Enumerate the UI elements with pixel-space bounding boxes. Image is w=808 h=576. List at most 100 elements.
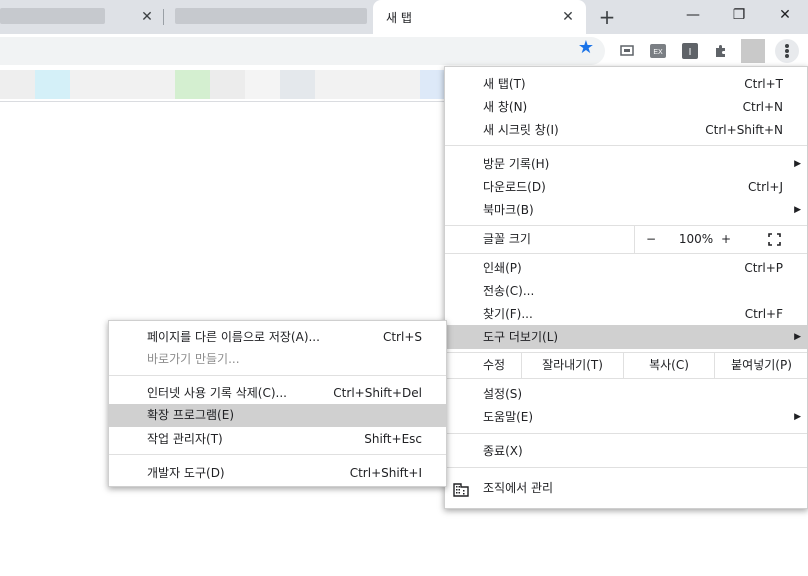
bookmark-item[interactable]	[175, 70, 210, 99]
menu-item-label: 종료(X)	[483, 444, 523, 458]
bookmark-star-icon[interactable]: ★	[576, 37, 596, 59]
menu-item-label: 다운로드(D)	[483, 180, 546, 194]
menu-item-label: 개발자 도구(D)	[147, 466, 225, 480]
tab-separator	[163, 9, 164, 25]
menu-item-label: 도움말(E)	[483, 410, 534, 424]
menu-item-label: 북마크(B)	[483, 203, 534, 217]
menu-separator	[109, 454, 446, 455]
bookmark-item[interactable]	[35, 70, 70, 99]
bookmark-item[interactable]	[210, 70, 245, 99]
menu-item-shortcut: Ctrl+P	[744, 261, 783, 275]
menu-item-shortcut: Ctrl+J	[748, 180, 783, 194]
bookmark-item[interactable]	[420, 70, 445, 99]
menu-item-label: 조직에서 관리	[483, 481, 554, 495]
menu-item-shortcut: Shift+Esc	[364, 432, 422, 446]
submenu-item-developer-tools[interactable]: 개발자 도구(D) Ctrl+Shift+I	[109, 462, 446, 485]
menu-item-label: 새 탭(T)	[483, 77, 526, 91]
menu-separator	[445, 253, 807, 254]
bookmark-item[interactable]	[315, 70, 420, 99]
ext-screen-icon[interactable]	[619, 43, 635, 59]
zoom-out-button[interactable]: −	[640, 226, 662, 253]
menu-separator	[445, 145, 807, 146]
tab-active-close-icon[interactable]: ✕	[559, 8, 577, 26]
tab-1-close-icon[interactable]: ✕	[138, 8, 156, 26]
menu-item-label: 도구 더보기(L)	[483, 330, 559, 344]
menu-item-exit[interactable]: 종료(X)	[445, 440, 807, 463]
submenu-arrow-icon: ▶	[794, 412, 801, 422]
menu-item-find[interactable]: 찾기(F)... Ctrl+F	[445, 303, 807, 326]
submenu-arrow-icon: ▶	[794, 332, 801, 342]
menu-item-label: 인쇄(P)	[483, 261, 522, 275]
edit-label: 수정	[483, 358, 506, 372]
menu-separator	[445, 433, 807, 434]
ext-ex-icon[interactable]: EX	[650, 43, 666, 59]
chrome-main-menu: 새 탭(T) Ctrl+T 새 창(N) Ctrl+N 새 시크릿 창(I) C…	[444, 66, 808, 509]
tab-2-title-blurred	[175, 8, 367, 24]
menu-edit-row: 수정 잘라내기(T) 복사(C) 붙여넣기(P)	[445, 353, 807, 378]
tab-2[interactable]	[167, 0, 372, 34]
menu-item-shortcut: Ctrl+S	[382, 330, 422, 344]
chrome-menu-button[interactable]	[775, 39, 799, 63]
submenu-item-save-page[interactable]: 페이지를 다른 이름으로 저장(A)... Ctrl+S	[109, 326, 446, 349]
restore-button[interactable]: ❐	[716, 0, 762, 30]
menu-item-label: 인터넷 사용 기록 삭제(C)...	[147, 386, 287, 400]
tab-strip: ✕ 새 탭 ✕ + — ❐ ✕	[0, 0, 808, 34]
zoom-in-button[interactable]: +	[715, 226, 737, 253]
menu-item-help[interactable]: 도움말(E) ▶	[445, 406, 807, 429]
menu-item-label: 방문 기록(H)	[483, 157, 550, 171]
profile-avatar[interactable]	[741, 39, 765, 63]
submenu-item-task-manager[interactable]: 작업 관리자(T) Shift+Esc	[109, 428, 446, 451]
paste-button[interactable]: 붙여넣기(P)	[714, 353, 808, 378]
menu-item-label: 바로가기 만들기...	[147, 352, 240, 366]
tab-active[interactable]: 새 탭 ✕	[373, 0, 586, 34]
menu-item-downloads[interactable]: 다운로드(D) Ctrl+J	[445, 176, 807, 199]
cut-button[interactable]: 잘라내기(T)	[521, 353, 623, 378]
bookmark-item[interactable]	[245, 70, 280, 99]
menu-item-new-window[interactable]: 새 창(N) Ctrl+N	[445, 96, 807, 119]
submenu-item-clear-history[interactable]: 인터넷 사용 기록 삭제(C)... Ctrl+Shift+Del	[109, 382, 446, 405]
menu-separator	[109, 375, 446, 376]
zoom-label: 글꼴 크기	[483, 232, 531, 246]
menu-item-print[interactable]: 인쇄(P) Ctrl+P	[445, 257, 807, 280]
close-window-button[interactable]: ✕	[762, 0, 808, 30]
menu-item-label: 새 창(N)	[483, 100, 528, 114]
menu-item-settings[interactable]: 설정(S)	[445, 383, 807, 406]
bookmark-item[interactable]	[0, 70, 35, 99]
address-bar[interactable]	[0, 37, 605, 65]
menu-item-shortcut: Ctrl+Shift+Del	[333, 386, 422, 400]
bookmark-item[interactable]	[70, 70, 175, 99]
submenu-item-create-shortcut[interactable]: 바로가기 만들기...	[109, 348, 446, 371]
menu-item-managed-by-org[interactable]: 조직에서 관리	[445, 477, 807, 500]
new-tab-button[interactable]: +	[596, 6, 618, 28]
menu-item-shortcut: Ctrl+N	[742, 100, 783, 114]
menu-item-shortcut: Ctrl+Shift+I	[349, 466, 422, 480]
extensions-puzzle-icon[interactable]	[713, 43, 729, 59]
submenu-arrow-icon: ▶	[794, 205, 801, 215]
submenu-item-extensions[interactable]: 확장 프로그램(E)	[109, 404, 446, 427]
menu-item-bookmarks[interactable]: 북마크(B) ▶	[445, 199, 807, 222]
submenu-arrow-icon: ▶	[794, 159, 801, 169]
tab-1[interactable]: ✕	[0, 0, 160, 34]
menu-separator	[445, 378, 807, 379]
fullscreen-icon[interactable]	[768, 233, 781, 246]
ext-info-icon[interactable]: I	[682, 43, 698, 59]
svg-text:EX: EX	[653, 49, 663, 56]
menu-item-more-tools[interactable]: 도구 더보기(L) ▶	[445, 325, 807, 349]
menu-item-history[interactable]: 방문 기록(H) ▶	[445, 153, 807, 176]
menu-item-new-tab[interactable]: 새 탭(T) Ctrl+T	[445, 73, 807, 96]
menu-item-shortcut: Ctrl+Shift+N	[705, 123, 783, 137]
menu-item-shortcut: Ctrl+T	[744, 77, 783, 91]
menu-item-label: 페이지를 다른 이름으로 저장(A)...	[147, 330, 320, 344]
tab-1-title-blurred	[0, 8, 105, 24]
copy-button[interactable]: 복사(C)	[623, 353, 714, 378]
menu-separator	[445, 467, 807, 468]
minimize-button[interactable]: —	[670, 0, 716, 30]
menu-item-incognito[interactable]: 새 시크릿 창(I) Ctrl+Shift+N	[445, 119, 807, 142]
menu-item-cast[interactable]: 전송(C)...	[445, 280, 807, 303]
menu-item-shortcut: Ctrl+F	[744, 307, 783, 321]
menu-zoom-row: 글꼴 크기 − 100% +	[445, 226, 807, 253]
menu-item-label: 작업 관리자(T)	[147, 432, 223, 446]
tab-active-title: 새 탭	[386, 11, 412, 25]
more-tools-submenu: 페이지를 다른 이름으로 저장(A)... Ctrl+S 바로가기 만들기...…	[108, 320, 447, 487]
bookmark-item[interactable]	[280, 70, 315, 99]
